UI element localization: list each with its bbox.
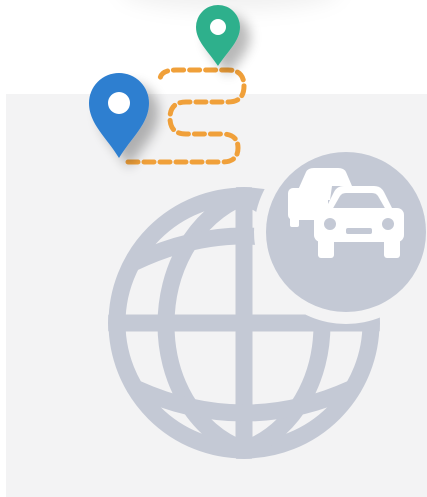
illustration-canvas: [89, 5, 426, 459]
map-pin-blue-icon: [89, 73, 149, 158]
route-traffic-illustration: [0, 0, 427, 497]
map-pin-green-icon: [196, 5, 240, 66]
traffic-cars-icon: [266, 152, 426, 312]
